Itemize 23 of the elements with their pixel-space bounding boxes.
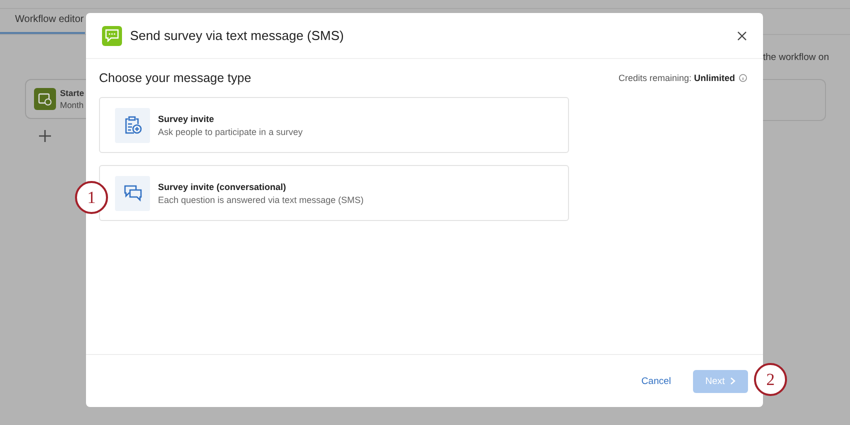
- credits-text: Credits remaining: Unlimited: [618, 73, 735, 83]
- chat-bubbles-icon: [115, 176, 150, 210]
- close-icon[interactable]: [737, 30, 747, 40]
- node-title: Starte: [60, 88, 84, 98]
- step-marker: 1: [75, 181, 108, 214]
- option-description: Each question is answered via text message (SMS): [158, 194, 364, 204]
- option-description: Ask people to participate in a survey: [158, 126, 303, 136]
- workflow-editor-tab[interactable]: Workflow editor: [0, 14, 85, 34]
- description-text: the workflow on: [763, 52, 830, 63]
- chevron-right-icon: [730, 377, 736, 385]
- message-type-option[interactable]: Survey invite Ask people to participate in a survey: [99, 97, 569, 153]
- cancel-button[interactable]: Cancel: [641, 376, 671, 386]
- option-title: Survey invite: [158, 114, 216, 124]
- add-icon[interactable]: [39, 130, 51, 142]
- chat-icon: [102, 26, 122, 46]
- info-icon[interactable]: [739, 74, 747, 82]
- message-type-option[interactable]: Survey invite (conversational) Each question is answered via text message (SMS): [99, 165, 569, 221]
- step-marker: 2: [754, 363, 787, 396]
- dialog-title: Send survey via text message (SMS): [130, 28, 345, 43]
- clipboard-icon: [115, 108, 150, 142]
- option-title: Survey invite (conversational): [158, 182, 288, 192]
- section-heading: Choose your message type: [99, 71, 252, 85]
- node-subtitle: Month: [60, 100, 84, 110]
